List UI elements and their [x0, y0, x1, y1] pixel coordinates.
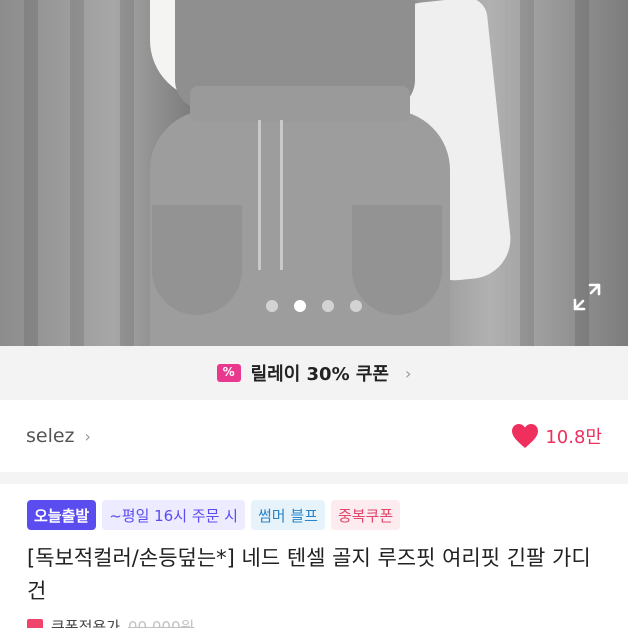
seller-row: selez › 10.8만	[0, 400, 628, 472]
coupon-price-label: 쿠폰적용가	[51, 618, 121, 628]
seller-link[interactable]: selez ›	[26, 425, 91, 447]
product-title: [독보적컬러/손등덮는*] 네드 텐셀 골지 루즈핏 여리핏 긴팔 가디건	[27, 546, 591, 603]
skirt-pocket	[152, 205, 242, 315]
like-button[interactable]: 10.8만	[511, 423, 602, 449]
carousel-dot-active[interactable]	[294, 300, 306, 312]
original-price: 00,000원	[128, 618, 195, 628]
drawstring	[258, 120, 261, 270]
badge-order-deadline: ~평일 16시 주문 시	[102, 500, 245, 530]
badge-summer-sale: 썸머 블프	[250, 500, 325, 530]
coupon-banner[interactable]: 릴레이 30% 쿠폰 ›	[0, 346, 628, 400]
product-image-carousel[interactable]	[0, 0, 628, 346]
curtain-fold	[70, 0, 84, 346]
skirt-pocket	[352, 205, 442, 315]
carousel-dot[interactable]	[350, 300, 362, 312]
like-count: 10.8만	[545, 427, 602, 448]
drawstring	[280, 120, 283, 270]
carousel-dot[interactable]	[266, 300, 278, 312]
seller-name: selez	[26, 425, 75, 447]
coupon-ticket-icon	[216, 364, 241, 382]
product-badges: 오늘출발 ~평일 16시 주문 시 썸머 블프 중복쿠폰	[27, 500, 401, 530]
model-waistband	[190, 86, 410, 122]
badge-duplicate-coupon: 중복쿠폰	[330, 500, 401, 530]
curtain-fold	[520, 0, 534, 346]
heart-icon	[512, 424, 539, 448]
chevron-right-icon: ›	[84, 426, 91, 446]
carousel-pagination	[0, 300, 628, 312]
badge-today-shipping: 오늘출발	[27, 500, 97, 530]
expand-icon[interactable]	[572, 282, 602, 312]
curtain-fold	[120, 0, 134, 346]
chevron-right-icon: ›	[405, 363, 412, 383]
curtain-fold	[24, 0, 38, 346]
coupon-label: 릴레이 30% 쿠폰	[250, 364, 389, 385]
carousel-dot[interactable]	[322, 300, 334, 312]
coupon-icon	[27, 618, 43, 628]
section-divider	[0, 472, 628, 484]
price-row: 쿠폰적용가 00,000원	[27, 616, 194, 628]
